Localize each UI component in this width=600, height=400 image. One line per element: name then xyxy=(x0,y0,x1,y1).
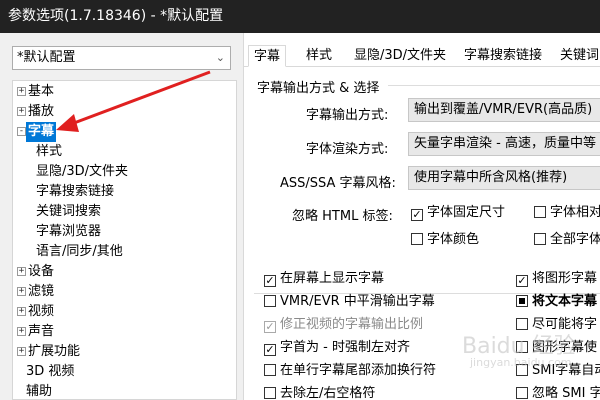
checkbox-font-color[interactable]: 字体颜色 xyxy=(411,230,479,250)
checkbox-icon[interactable] xyxy=(534,206,546,218)
tab-search-links[interactable]: 字幕搜索链接 xyxy=(464,45,542,67)
checkbox-icon[interactable] xyxy=(411,233,423,245)
checkbox-icon[interactable] xyxy=(516,295,528,307)
tab-bar: 字幕 样式 显隐/3D/文件夹 字幕搜索链接 关键词 xyxy=(244,45,600,67)
tree-item-style[interactable]: 样式 xyxy=(13,142,233,162)
checkbox-font-relative[interactable]: 字体相对 xyxy=(534,203,600,223)
checkbox-ignore-smi[interactable]: 忽略 SMI 字 xyxy=(516,384,600,400)
checkbox-smooth-output[interactable]: VMR/EVR 中平滑输出字幕 xyxy=(264,292,435,312)
checkbox-icon[interactable]: ✓ xyxy=(264,344,276,356)
left-pane: *默认配置 ⌄ + 基本 + 播放 - 字幕 样式 显隐/3D/文件夹 字幕搜索… xyxy=(0,33,242,400)
preset-value: *默认配置 xyxy=(17,50,76,65)
checkbox-icon[interactable]: ✓ xyxy=(264,275,276,287)
checkbox-add-line-break[interactable]: 在单行字幕尾部添加换行符 xyxy=(264,361,436,381)
expand-icon[interactable]: + xyxy=(17,327,26,336)
tree-item-label: 字幕搜索链接 xyxy=(36,184,115,199)
tree-item-label: 样式 xyxy=(36,144,63,159)
tree-item-label: 视频 xyxy=(28,304,55,319)
checkbox-icon[interactable]: ✓ xyxy=(264,321,276,333)
options-tree: + 基本 + 播放 - 字幕 样式 显隐/3D/文件夹 字幕搜索链接 关键词搜索… xyxy=(12,80,237,400)
tree-item-video[interactable]: + 视频 xyxy=(13,302,233,322)
tree-item-language-sync[interactable]: 语言/同步/其他 xyxy=(13,242,233,262)
tree-item-label: 声音 xyxy=(28,324,55,339)
checkbox-image-subtitles[interactable]: ✓ 将图形字幕 xyxy=(516,269,597,289)
tree-item-label: 3D 视频 xyxy=(26,364,75,379)
tree-item-visibility[interactable]: 显隐/3D/文件夹 xyxy=(13,162,233,182)
checkbox-icon[interactable] xyxy=(264,295,276,307)
checkbox-trim-spaces[interactable]: 去除左/右空格符 xyxy=(264,384,375,400)
ass-style-select[interactable]: 使用字幕中所含风格(推荐) xyxy=(408,166,600,190)
chevron-down-icon[interactable]: ⌄ xyxy=(216,47,225,69)
checkbox-all-fonts[interactable]: 全部字体 xyxy=(534,230,600,250)
tree-item-label: 显隐/3D/文件夹 xyxy=(36,164,129,179)
output-mode-label: 字幕输出方式: xyxy=(306,108,389,123)
expand-icon[interactable]: + xyxy=(17,287,26,296)
checkbox-text-subtitles[interactable]: 将文本字幕 xyxy=(516,292,597,312)
tree-item-playback[interactable]: + 播放 xyxy=(13,102,233,122)
tree-item-label: 语言/同步/其他 xyxy=(36,244,123,259)
tab-subtitles[interactable]: 字幕 xyxy=(248,45,287,67)
checkbox-fix-aspect[interactable]: ✓ 修正视频的字幕输出比例 xyxy=(264,315,423,335)
output-mode-select[interactable]: 输出到覆盖/VMR/EVR(高品质) xyxy=(408,98,600,122)
tree-item-basic[interactable]: + 基本 xyxy=(13,82,233,102)
checkbox-font-fixed-size[interactable]: ✓ 字体固定尺寸 xyxy=(411,203,505,223)
render-mode-select[interactable]: 矢量字串渲染 - 高速，质量中等 xyxy=(408,132,600,156)
ass-style-label: ASS/SSA 字幕风格: xyxy=(280,176,396,191)
section-title: 字幕输出方式 & 选择 xyxy=(257,81,380,96)
checkbox-icon[interactable] xyxy=(534,233,546,245)
expand-icon[interactable]: + xyxy=(17,267,26,276)
tree-item-label: 字幕 xyxy=(26,122,57,142)
expand-icon[interactable]: + xyxy=(17,307,26,316)
tab-style[interactable]: 样式 xyxy=(306,45,332,67)
tree-item-search-links[interactable]: 字幕搜索链接 xyxy=(13,182,233,202)
tab-visibility[interactable]: 显隐/3D/文件夹 xyxy=(354,45,446,67)
ignore-html-label: 忽略 HTML 标签: xyxy=(292,209,393,224)
checkbox-icon[interactable] xyxy=(264,364,276,376)
window-title: 参数选项(1.7.18346) - *默认配置 xyxy=(0,0,600,33)
tree-item-extensions[interactable]: + 扩展功能 xyxy=(13,342,233,362)
tree-item-label: 关键词搜索 xyxy=(36,204,102,219)
tree-item-label: 辅助 xyxy=(26,384,53,399)
expand-icon[interactable]: + xyxy=(17,107,26,116)
tree-item-subtitle-browser[interactable]: 字幕浏览器 xyxy=(13,222,233,242)
tree-item-label: 设备 xyxy=(28,264,55,279)
collapse-icon[interactable]: - xyxy=(17,127,26,136)
tree-item-label: 播放 xyxy=(28,104,55,119)
tree-item-label: 滤镜 xyxy=(28,284,55,299)
tree-item-keyword-search[interactable]: 关键词搜索 xyxy=(13,202,233,222)
tree-item-3d-video[interactable]: 3D 视频 xyxy=(13,362,233,382)
preset-dropdown[interactable]: *默认配置 ⌄ xyxy=(12,46,231,70)
tree-item-filters[interactable]: + 滤镜 xyxy=(13,282,233,302)
checkbox-show-subtitles[interactable]: ✓ 在屏幕上显示字幕 xyxy=(264,269,384,289)
checkbox-icon[interactable]: ✓ xyxy=(411,209,423,221)
expand-icon[interactable]: + xyxy=(17,347,26,356)
tree-item-label: 基本 xyxy=(28,84,55,99)
expand-icon[interactable]: + xyxy=(17,87,26,96)
tree-item-assist[interactable]: 辅助 xyxy=(13,382,233,399)
watermark-url: jingyan.baidu.com xyxy=(470,356,572,369)
tree-item-audio[interactable]: + 声音 xyxy=(13,322,233,342)
render-mode-label: 字体渲染方式: xyxy=(306,142,389,157)
tree-item-label: 字幕浏览器 xyxy=(36,224,102,239)
checkbox-icon[interactable] xyxy=(516,387,528,399)
checkbox-icon[interactable] xyxy=(264,387,276,399)
checkbox-force-left-align[interactable]: ✓ 字首为 - 时强制左对齐 xyxy=(264,338,410,358)
tree-item-subtitles[interactable]: - 字幕 xyxy=(13,122,233,142)
section-divider xyxy=(388,85,600,86)
checkbox-icon[interactable]: ✓ xyxy=(516,275,528,287)
tab-keywords[interactable]: 关键词 xyxy=(560,45,599,67)
tree-item-label: 扩展功能 xyxy=(28,344,81,359)
tree-item-devices[interactable]: + 设备 xyxy=(13,262,233,282)
